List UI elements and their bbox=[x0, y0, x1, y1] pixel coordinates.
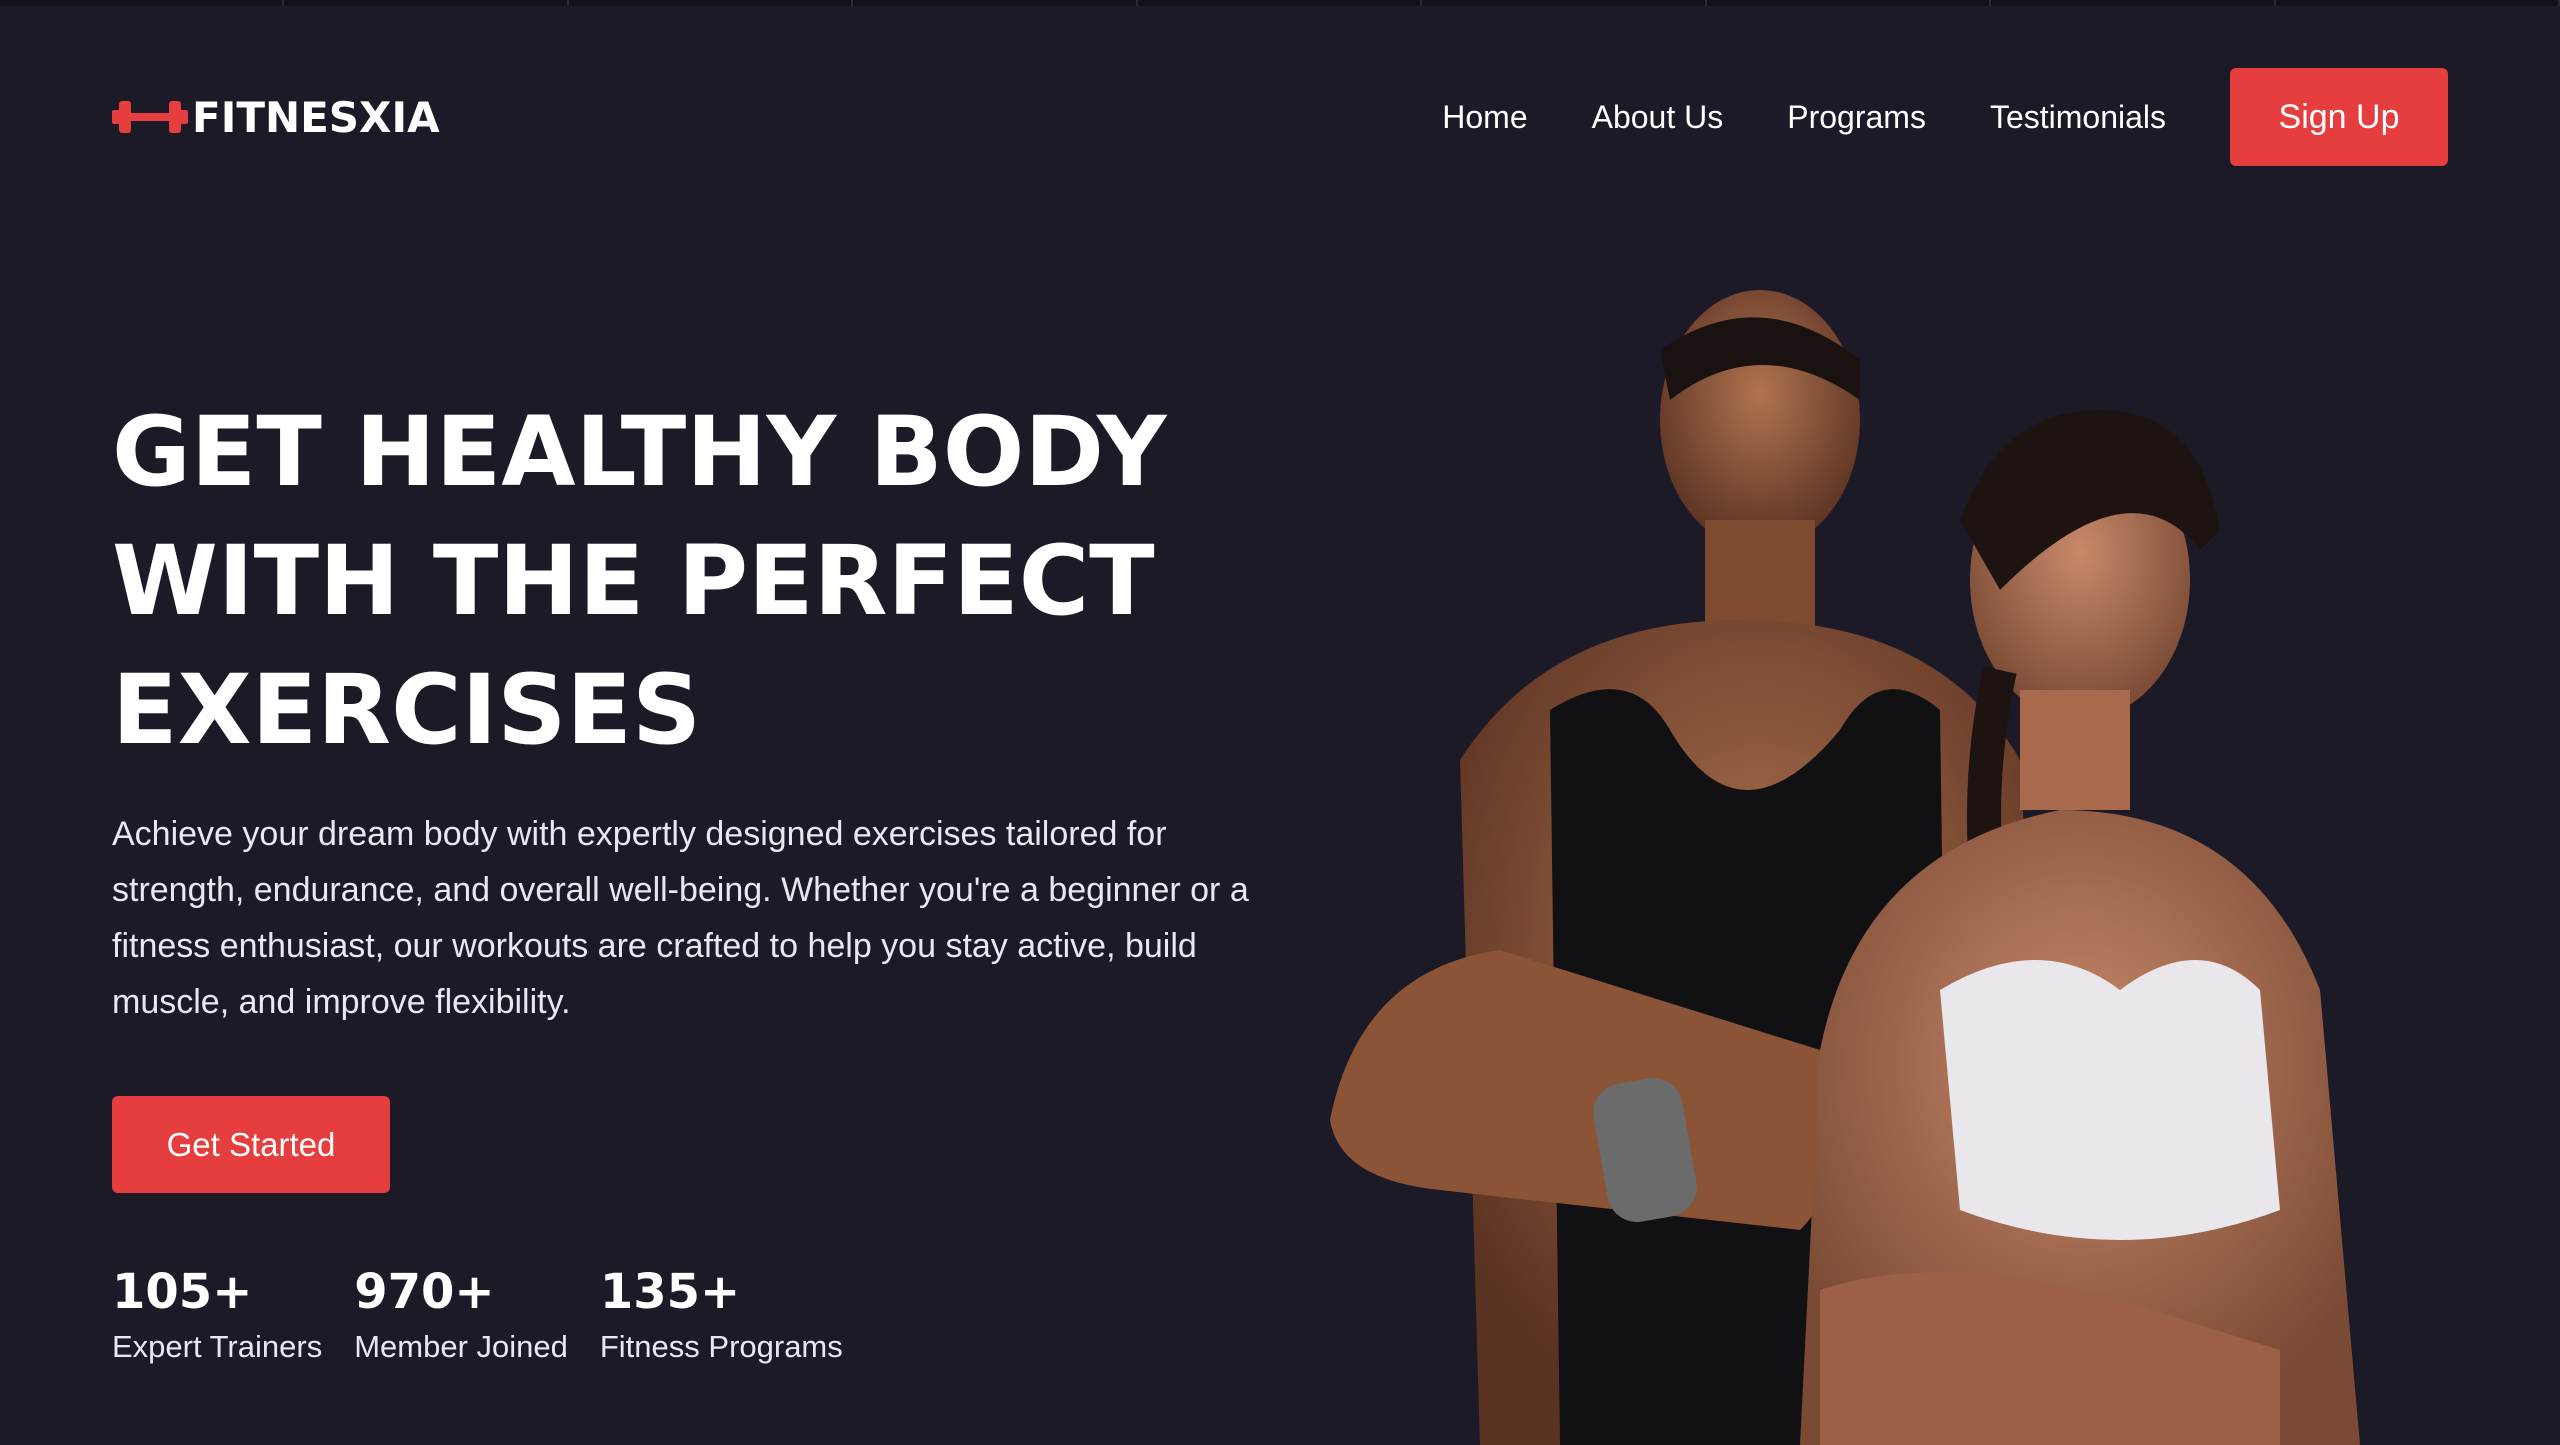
stat-label: Fitness Programs bbox=[599, 1329, 843, 1364]
stat-label: Expert Trainers bbox=[112, 1329, 323, 1364]
hero-title-line: GET HEALTHY BODY bbox=[112, 396, 1167, 508]
browser-tab-strip bbox=[0, 0, 2560, 6]
stat-member-joined: 970+ Member Joined bbox=[354, 1262, 568, 1370]
get-started-button[interactable]: Get Started bbox=[112, 1096, 390, 1193]
nav-link-about-us[interactable]: About Us bbox=[1592, 99, 1724, 136]
nav-link-home[interactable]: Home bbox=[1442, 99, 1527, 136]
navbar: FITNESXIA Home About Us Programs Testimo… bbox=[112, 68, 2448, 166]
athletes-photo bbox=[1300, 290, 2500, 1445]
dumbbell-icon bbox=[112, 93, 188, 141]
hero-title-line: EXERCISES bbox=[112, 654, 702, 766]
nav-link-programs[interactable]: Programs bbox=[1787, 99, 1926, 136]
woman-figure bbox=[1800, 410, 2360, 1445]
hero-title: GET HEALTHY BODY WITH THE PERFECT EXERCI… bbox=[112, 388, 1312, 775]
sign-up-button[interactable]: Sign Up bbox=[2230, 68, 2448, 166]
main-nav: Home About Us Programs Testimonials Sign… bbox=[1442, 68, 2448, 166]
stat-value: 970+ bbox=[354, 1264, 495, 1320]
stat-fitness-programs: 135+ Fitness Programs bbox=[600, 1262, 843, 1370]
stat-expert-trainers: 105+ Expert Trainers bbox=[112, 1262, 322, 1370]
nav-link-testimonials[interactable]: Testimonials bbox=[1990, 99, 2166, 136]
hero-description: Achieve your dream body with expertly de… bbox=[112, 815, 1249, 1021]
hero-title-line: WITH THE PERFECT bbox=[112, 525, 1155, 637]
stat-value: 105+ bbox=[112, 1264, 253, 1320]
logo[interactable]: FITNESXIA bbox=[112, 93, 440, 142]
brand-name: FITNESXIA bbox=[192, 92, 440, 142]
stat-label: Member Joined bbox=[354, 1329, 568, 1364]
stats-row: 105+ Expert Trainers 970+ Member Joined … bbox=[112, 1262, 875, 1370]
stat-value: 135+ bbox=[599, 1264, 741, 1320]
